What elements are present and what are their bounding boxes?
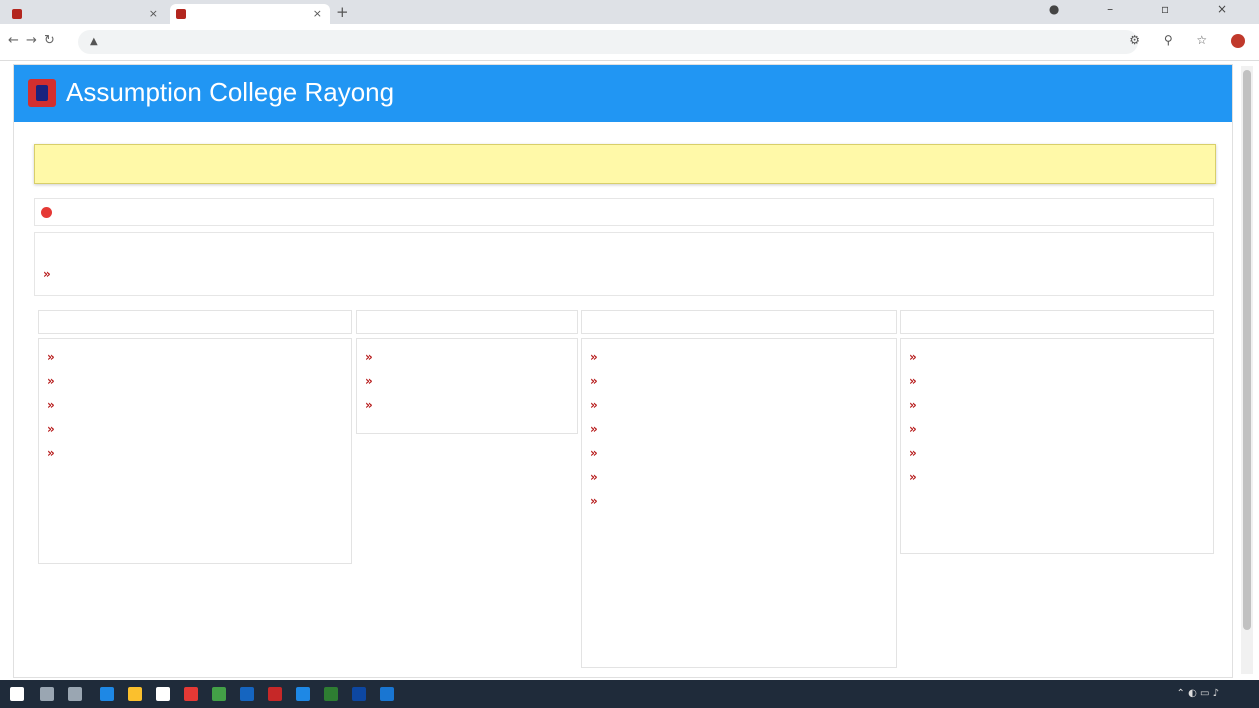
double-chevron-right-icon: » [47, 374, 55, 388]
site-title: Assumption College Rayong [66, 77, 395, 107]
college-favicon-icon [176, 9, 186, 19]
start-icon[interactable] [10, 687, 24, 701]
list-item[interactable]: » [47, 397, 343, 415]
browser-tab-bar: × × + ● – ▫ × [0, 0, 1259, 24]
taskbar-app-icon[interactable] [296, 687, 310, 701]
browser-toolbar-icons[interactable]: ⚙ ⚲ ☆ [1129, 33, 1245, 48]
red-circle-icon [41, 206, 52, 218]
taskbar-app-icon[interactable] [100, 687, 114, 701]
list-item[interactable]: » [365, 349, 569, 367]
list-item[interactable]: » [47, 445, 343, 463]
double-chevron-right-icon: » [365, 350, 373, 364]
taskbar-app-icon[interactable] [380, 687, 394, 701]
taskbar-app-icon[interactable] [184, 687, 198, 701]
column-heading-4 [900, 310, 1214, 334]
browser-tab-2[interactable]: × [170, 4, 330, 24]
task-view-icon[interactable] [68, 687, 82, 701]
list-item[interactable]: » [909, 469, 1205, 487]
summary-link-box [34, 198, 1214, 226]
site-header: Assumption College Rayong [14, 65, 1232, 122]
close-icon[interactable]: × [149, 4, 158, 24]
double-chevron-right-icon: » [909, 446, 917, 460]
double-chevron-right-icon: » [590, 374, 598, 388]
taskbar-app-icon[interactable] [324, 687, 338, 701]
double-chevron-right-icon: » [909, 470, 917, 484]
list-item[interactable]: » [365, 373, 569, 391]
double-chevron-right-icon: » [47, 446, 55, 460]
window-controls[interactable]: ● – ▫ × [1049, 2, 1249, 16]
double-chevron-right-icon: » [365, 398, 373, 412]
column-body-2: » » » [356, 338, 578, 434]
list-item[interactable]: » [590, 349, 888, 367]
search-icon[interactable] [40, 687, 54, 701]
double-chevron-right-icon: » [590, 350, 598, 364]
double-chevron-right-icon: » [43, 267, 51, 281]
double-chevron-right-icon: » [590, 446, 598, 460]
double-chevron-right-icon: » [909, 398, 917, 412]
column-body-4: » » » » » » [900, 338, 1214, 554]
lock-icon: ▲ [90, 36, 98, 47]
list-item[interactable]: » [47, 373, 343, 391]
double-chevron-right-icon: » [590, 470, 598, 484]
list-item[interactable]: » [909, 421, 1205, 439]
scrollbar-thumb[interactable] [1243, 70, 1251, 630]
new-tab-icon[interactable]: + [336, 3, 349, 21]
profile-avatar-icon[interactable] [1231, 33, 1245, 48]
list-item[interactable]: » [47, 421, 343, 439]
list-item[interactable]: » [590, 373, 888, 391]
column-body-3: » » » » » » » [581, 338, 897, 668]
double-chevron-right-icon: » [590, 422, 598, 436]
double-chevron-right-icon: » [909, 374, 917, 388]
double-chevron-right-icon: » [909, 350, 917, 364]
taskbar-app-icon[interactable] [156, 687, 170, 701]
double-chevron-right-icon: » [590, 494, 598, 508]
intl-section-title [43, 239, 1205, 255]
list-item[interactable]: » [47, 349, 343, 367]
double-chevron-right-icon: » [47, 350, 55, 364]
column-heading-2 [356, 310, 578, 334]
page-scrollbar[interactable] [1241, 66, 1253, 674]
list-item[interactable]: » [909, 445, 1205, 463]
intl-section-link-row[interactable]: » [43, 267, 1205, 281]
os-taskbar: ⌃ ◐ ▭ ♪ [0, 680, 1259, 708]
list-item[interactable]: » [365, 397, 569, 415]
taskbar-app-icon[interactable] [240, 687, 254, 701]
list-item[interactable]: » [590, 445, 888, 463]
list-item[interactable]: » [909, 373, 1205, 391]
forward-icon[interactable]: → [26, 33, 37, 48]
taskbar-app-icon[interactable] [352, 687, 366, 701]
taskbar-app-icon[interactable] [212, 687, 226, 701]
intl-section-box: » [34, 232, 1214, 296]
list-item[interactable]: » [590, 397, 888, 415]
double-chevron-right-icon: » [590, 398, 598, 412]
address-input[interactable]: ▲ [78, 30, 1138, 54]
page-viewport: Assumption College Rayong » » » » » » » … [13, 64, 1233, 678]
system-tray[interactable]: ⌃ ◐ ▭ ♪ [1177, 688, 1219, 699]
double-chevron-right-icon: » [47, 422, 55, 436]
column-heading-3 [581, 310, 897, 334]
taskbar-app-icon[interactable] [268, 687, 282, 701]
reload-icon[interactable]: ↻ [44, 33, 55, 48]
section-banner [34, 144, 1216, 184]
college-logo-icon [28, 79, 56, 107]
back-icon[interactable]: ← [8, 33, 19, 48]
double-chevron-right-icon: » [47, 398, 55, 412]
address-bar-row: ← → ↻ ▲ ⚙ ⚲ ☆ [0, 24, 1259, 61]
list-item[interactable]: » [909, 397, 1205, 415]
list-item[interactable]: » [590, 421, 888, 439]
double-chevron-right-icon: » [365, 374, 373, 388]
list-item[interactable]: » [590, 493, 888, 511]
column-body-1: » » » » » [38, 338, 352, 564]
close-icon[interactable]: × [313, 4, 322, 24]
list-item[interactable]: » [590, 469, 888, 487]
list-item[interactable]: » [909, 349, 1205, 367]
column-heading-1 [38, 310, 352, 334]
taskbar-app-icon[interactable] [128, 687, 142, 701]
college-favicon-icon [12, 9, 22, 19]
browser-tab-1[interactable]: × [6, 4, 166, 24]
double-chevron-right-icon: » [909, 422, 917, 436]
